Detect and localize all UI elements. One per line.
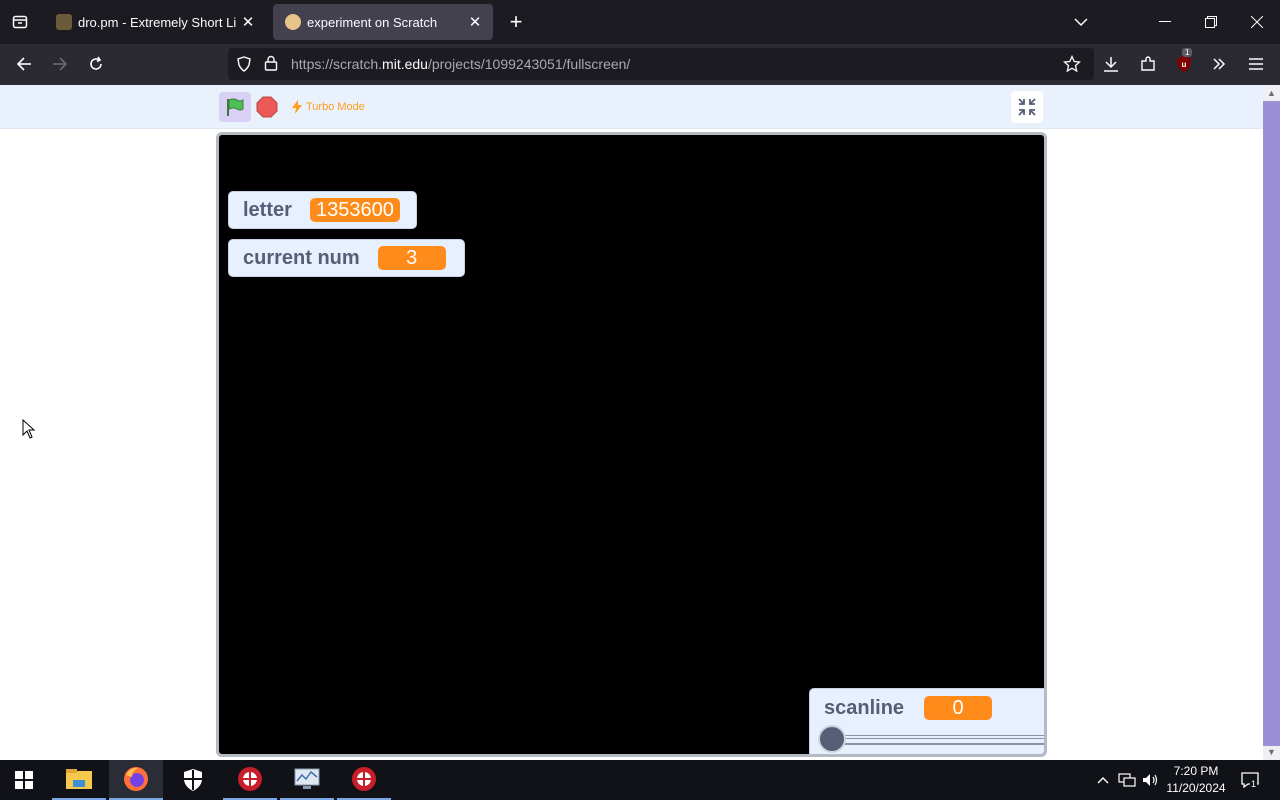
scroll-up-icon[interactable]: ▲: [1263, 85, 1280, 101]
tab-title: experiment on Scratch: [307, 14, 438, 30]
taskbar-app-red-2[interactable]: [337, 760, 391, 800]
slider-track[interactable]: [830, 735, 1044, 739]
list-all-tabs-icon[interactable]: [1058, 0, 1104, 44]
notification-center-icon[interactable]: 1: [1238, 770, 1262, 790]
tab-experiment-on-scratch[interactable]: experiment on Scratch ✕: [273, 4, 493, 40]
extension-badge: 1: [1182, 48, 1193, 57]
close-window-icon[interactable]: [1234, 0, 1280, 44]
green-flag-icon: [227, 98, 244, 116]
stop-button[interactable]: [256, 96, 278, 118]
taskbar-clock[interactable]: 7:20 PM 11/20/2024: [1160, 763, 1232, 797]
close-tab-icon[interactable]: ✕: [236, 10, 260, 34]
defender-shield-icon: [184, 769, 202, 791]
back-icon[interactable]: [10, 50, 38, 78]
clock-date: 11/20/2024: [1166, 781, 1226, 795]
file-explorer-icon: [66, 769, 92, 789]
green-flag-button[interactable]: [219, 92, 251, 122]
url-prefix: https://scratch.: [291, 56, 383, 72]
taskbar-monitor-app[interactable]: [280, 760, 334, 800]
windows-start-icon: [15, 771, 33, 789]
network-icon[interactable]: [1117, 770, 1137, 790]
lock-icon[interactable]: [264, 55, 278, 76]
variable-monitor-current-num: current num 3: [228, 239, 465, 277]
mouse-pointer-icon: [22, 418, 36, 444]
forward-icon[interactable]: [46, 50, 74, 78]
tab-dro-pm[interactable]: dro.pm - Extremely Short Links ✕: [44, 4, 266, 40]
scratch-controls-bar: Turbo Mode: [0, 85, 1263, 129]
extensions-icon[interactable]: [1134, 50, 1162, 78]
tab-bar: dro.pm - Extremely Short Links ✕ experim…: [0, 0, 1280, 44]
scratch-player-page: Turbo Mode letter 1353600 current num 3: [0, 85, 1263, 760]
app-red-icon: [238, 767, 262, 791]
monitor-value: 0: [924, 696, 992, 720]
windows-security-button[interactable]: [166, 760, 220, 800]
url-host: mit.edu: [382, 56, 428, 72]
clock-time: 7:20 PM: [1173, 764, 1219, 778]
monitor-label: letter: [243, 198, 292, 221]
url-path: /projects/1099243051/fullscreen/: [427, 56, 631, 72]
taskbar-app-red-1[interactable]: [223, 760, 277, 800]
slider-track-lower: [830, 743, 1044, 745]
vertical-scrollbar[interactable]: ▲ ▼: [1263, 85, 1280, 760]
navigation-bar: https://scratch.mit.edu/projects/1099243…: [0, 44, 1280, 85]
minimize-icon[interactable]: [1142, 0, 1188, 44]
monitor-label: scanline: [824, 697, 905, 719]
reload-icon[interactable]: [82, 50, 110, 78]
close-tab-icon[interactable]: ✕: [463, 10, 487, 34]
volume-icon[interactable]: [1141, 770, 1161, 790]
monitor-label: current num: [243, 246, 360, 269]
lightning-icon: [292, 100, 302, 114]
turbo-mode-label: Turbo Mode: [306, 101, 365, 113]
url-text[interactable]: https://scratch.mit.edu/projects/1099243…: [291, 56, 630, 72]
svg-text:u: u: [1182, 60, 1187, 69]
more-tools-icon[interactable]: [1205, 50, 1233, 78]
exit-fullscreen-button[interactable]: [1011, 91, 1043, 123]
firefox-button[interactable]: [109, 760, 163, 800]
slider-thumb[interactable]: [818, 725, 846, 753]
bookmark-star-icon[interactable]: [1062, 54, 1082, 78]
monitor-value: 3: [377, 246, 446, 270]
show-hidden-icons-icon[interactable]: [1093, 770, 1113, 790]
stop-sign-icon: [256, 96, 278, 118]
restore-icon[interactable]: [1188, 0, 1234, 44]
downloads-icon[interactable]: [1097, 50, 1125, 78]
ublock-origin-icon[interactable]: u 1: [1170, 48, 1198, 78]
monitor-value: 1353600: [309, 198, 400, 222]
windows-taskbar: 7:20 PM 11/20/2024 1: [0, 760, 1280, 800]
project-stage[interactable]: letter 1353600 current num 3 scanline 0: [216, 132, 1047, 757]
tab-title: dro.pm - Extremely Short Links: [78, 14, 236, 30]
firefox-icon: [124, 767, 148, 791]
scrollbar-thumb[interactable]: [1263, 101, 1280, 746]
scratch-favicon-icon: [285, 14, 301, 30]
hamburger-menu-icon[interactable]: [1242, 50, 1270, 78]
app-red-icon: [352, 767, 376, 791]
url-bar[interactable]: https://scratch.mit.edu/projects/1099243…: [228, 48, 1094, 80]
start-button[interactable]: [0, 760, 48, 800]
turbo-mode-indicator: Turbo Mode: [292, 100, 365, 114]
exit-fullscreen-icon: [1018, 98, 1036, 116]
dro-pm-favicon-icon: [56, 14, 72, 30]
variable-monitor-letter: letter 1353600: [228, 191, 417, 229]
notification-count: 1: [1250, 779, 1258, 789]
new-tab-icon[interactable]: +: [502, 8, 530, 36]
firefox-view-icon[interactable]: [0, 0, 40, 44]
file-explorer-button[interactable]: [52, 760, 106, 800]
monitor-app-icon: [294, 768, 320, 789]
tracking-protection-icon[interactable]: [236, 56, 252, 77]
variable-monitor-scanline: scanline 0: [809, 688, 1044, 754]
scroll-down-icon[interactable]: ▼: [1263, 744, 1280, 760]
